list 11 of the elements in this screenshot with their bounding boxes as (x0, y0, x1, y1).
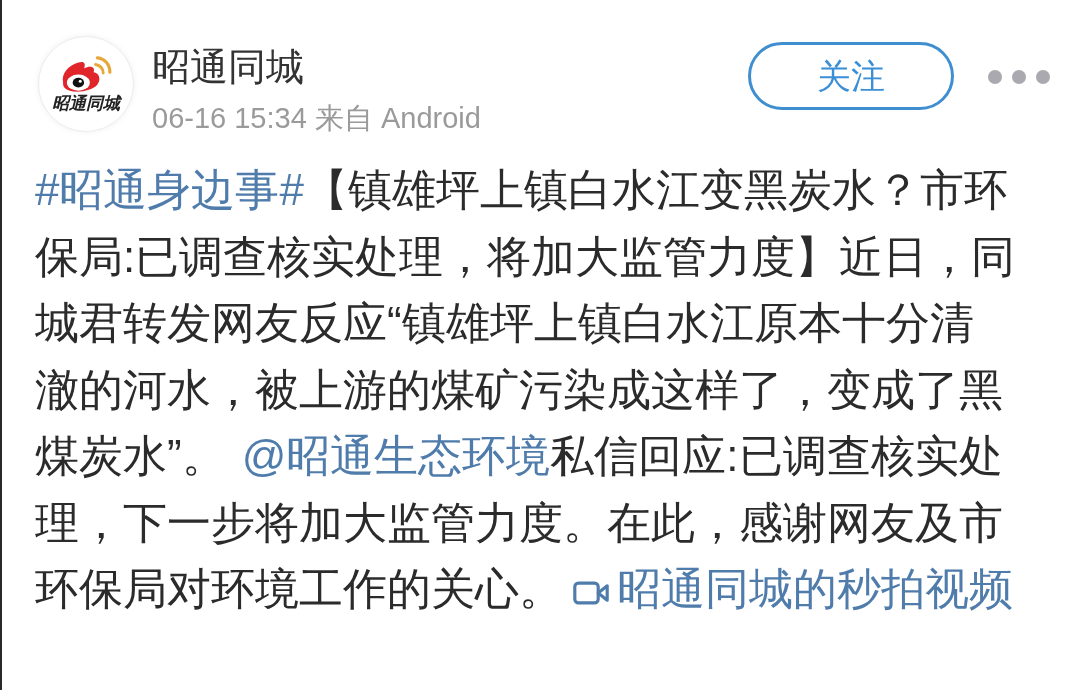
avatar-caption: 昭通同城 (52, 94, 120, 114)
author-name[interactable]: 昭通同城 (152, 44, 481, 90)
more-icon[interactable] (988, 70, 1050, 84)
hashtag-link[interactable]: #昭通身边事# (35, 165, 304, 214)
follow-button[interactable]: 关注 (748, 42, 954, 110)
post-text: #昭通身边事#【镇雄坪上镇白水江变黑炭水？市环保局:已调查核实处理，将加大监管力度】近日，同城君转发网友反应“镇雄坪上镇白水江原本十分清澈的河水，被上游的煤矿污染成这样了，变成了黑煤炭水”。 @昭通生态环境私信回应:已调查核实处理，下一步将加大监管力度。在此，感谢网友及市环保局对环境工作的关心。 昭通同城的秒拍视频 (35, 164, 1017, 615)
mention-link[interactable]: @昭通生态环境 (241, 431, 551, 480)
post-meta: 06-16 15:34 来自 Android (152, 101, 481, 136)
avatar[interactable]: 昭通同城 (38, 36, 134, 132)
video-camera-icon (573, 580, 609, 606)
video-link[interactable]: 昭通同城的秒拍视频 (573, 564, 1013, 613)
